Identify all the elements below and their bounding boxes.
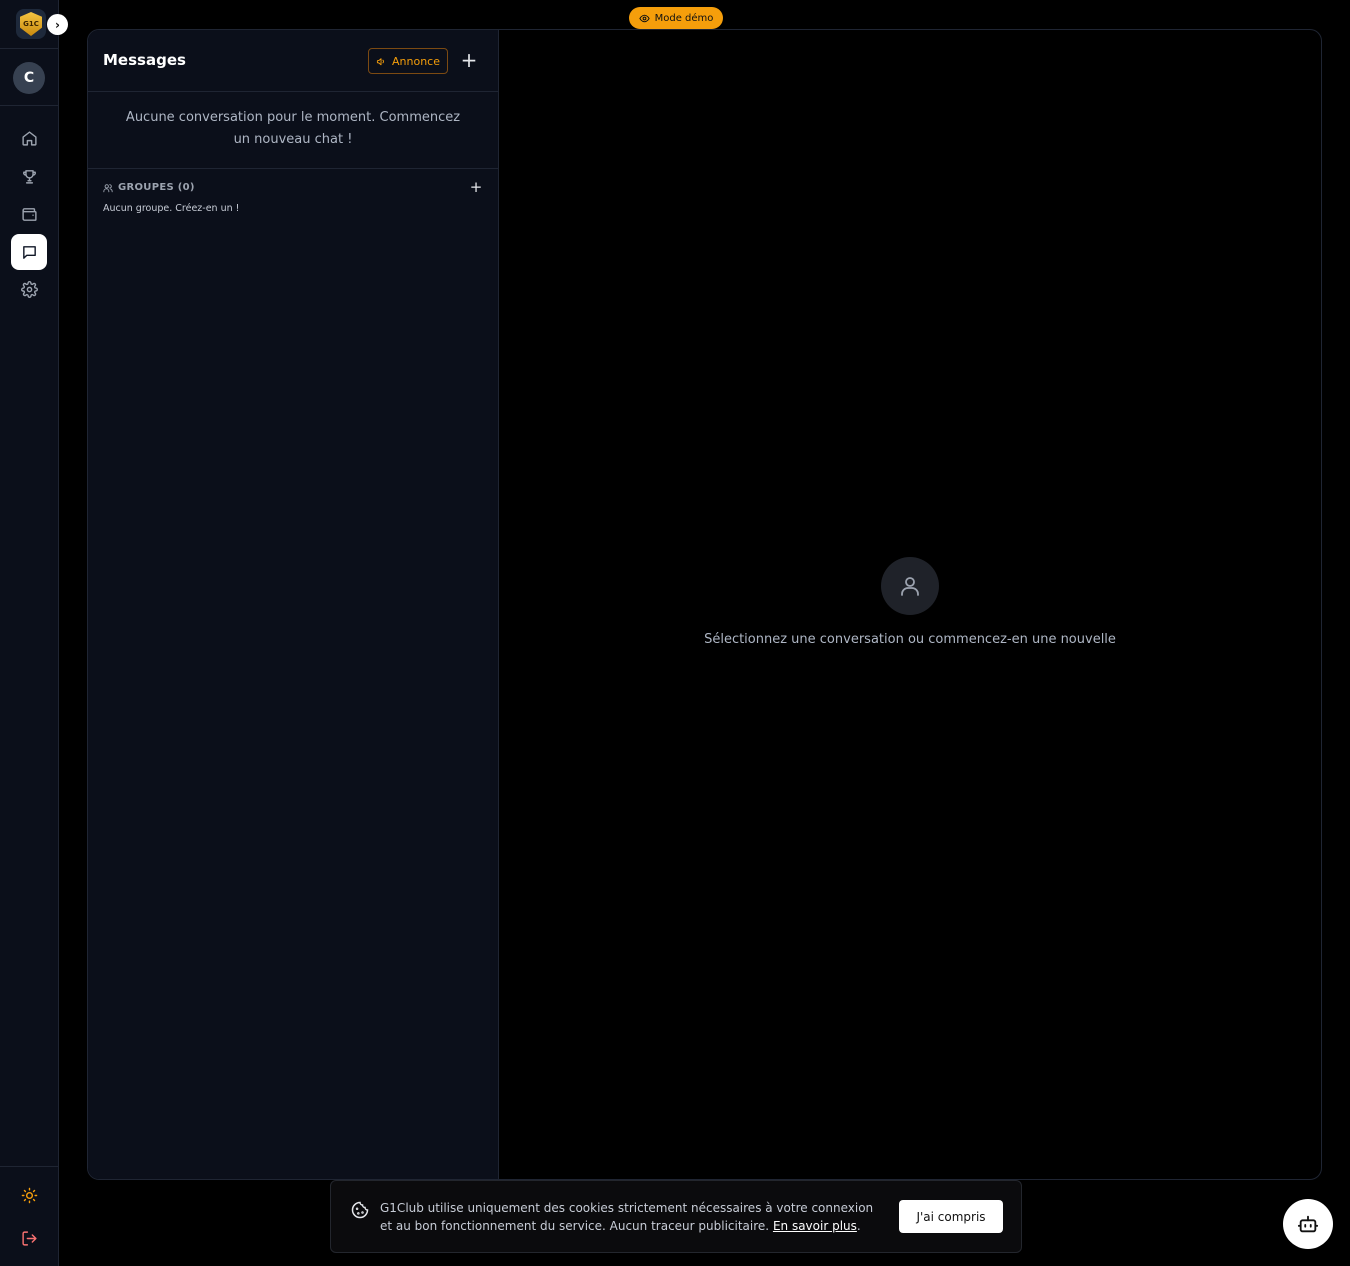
plus-icon: + [460, 48, 478, 72]
logout-icon [21, 1230, 37, 1246]
cookie-text: G1Club utilise uniquement des cookies st… [380, 1199, 880, 1235]
app-logo[interactable]: G1C [16, 9, 46, 39]
add-group-button[interactable]: + [468, 178, 484, 196]
sidebar-item-trophy[interactable] [11, 158, 47, 194]
trophy-icon [22, 169, 36, 184]
home-icon [21, 130, 37, 146]
new-chat-button[interactable]: + [458, 48, 480, 72]
empty-conversations-text: Aucune conversation pour le moment. Comm… [88, 92, 498, 169]
user-placeholder [881, 557, 939, 615]
demo-mode-label: Mode démo [654, 12, 714, 24]
megaphone-icon [376, 57, 384, 65]
avatar[interactable]: C [13, 62, 45, 94]
user-icon [901, 577, 919, 596]
theme-toggle[interactable] [11, 1177, 47, 1213]
users-icon [103, 183, 113, 192]
wallet-icon [21, 207, 37, 221]
messages-panel: Messages Annonce + Aucune conversation p… [87, 29, 1322, 1180]
announcement-button[interactable]: Annonce [368, 48, 448, 74]
chat-empty-text: Sélectionnez une conversation ou commenc… [704, 632, 1116, 647]
conversation-list-header: Messages Annonce + [88, 30, 498, 92]
logo-badge: G1C [20, 12, 42, 36]
sidebar-divider [0, 105, 59, 106]
cookie-icon [351, 1201, 369, 1219]
assistant-button[interactable] [1283, 1199, 1333, 1249]
chevron-right-icon: › [55, 17, 60, 32]
announcement-label: Annonce [392, 54, 440, 68]
accept-cookies-button[interactable]: J'ai compris [899, 1200, 1003, 1233]
groups-title: GROUPES (0) [118, 182, 195, 193]
groups-empty-text: Aucun groupe. Créez-en un ! [103, 203, 240, 214]
logout-button[interactable] [11, 1220, 47, 1256]
learn-more-link[interactable]: En savoir plus [773, 1219, 857, 1233]
sidebar-item-home[interactable] [11, 120, 47, 156]
sidebar: G1C C [0, 0, 59, 1266]
eye-icon [638, 14, 650, 22]
page-title: Messages [103, 51, 186, 69]
sidebar-item-messages[interactable] [11, 234, 47, 270]
gear-icon [20, 280, 38, 298]
chat-icon [22, 245, 36, 259]
cookie-banner: G1Club utilise uniquement des cookies st… [330, 1180, 1022, 1253]
plus-icon: + [469, 178, 483, 196]
sidebar-divider [0, 48, 59, 49]
sidebar-item-settings[interactable] [11, 271, 47, 307]
sun-icon [21, 1187, 37, 1203]
conversation-list: Messages Annonce + Aucune conversation p… [88, 30, 499, 1179]
sidebar-item-wallet[interactable] [11, 196, 47, 232]
chat-empty-state: Sélectionnez une conversation ou commenc… [499, 30, 1321, 1179]
groups-header: GROUPES (0) [103, 182, 195, 193]
cookie-period: . [856, 1219, 861, 1233]
sidebar-collapse-button[interactable]: › [47, 14, 68, 35]
robot-icon [1297, 1215, 1319, 1233]
sidebar-divider [0, 1166, 59, 1167]
demo-mode-badge: Mode démo [629, 7, 723, 29]
